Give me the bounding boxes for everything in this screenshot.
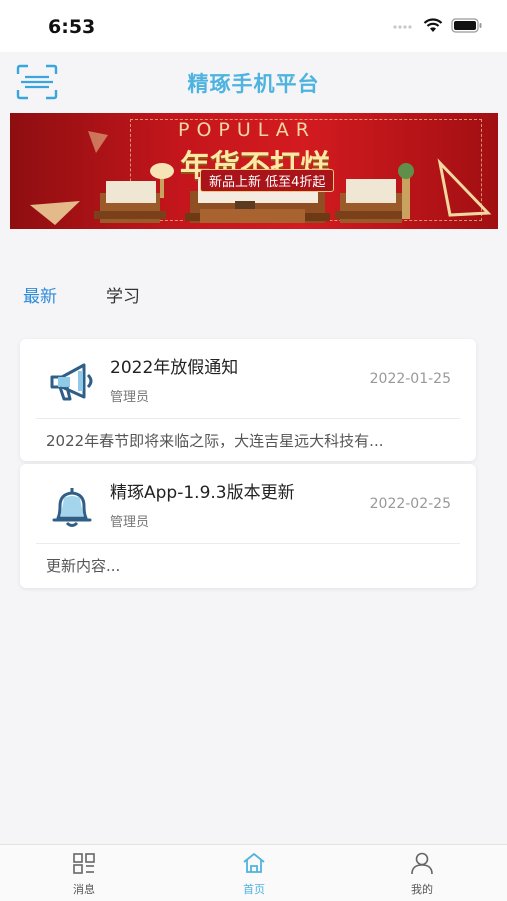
nav-item-mine[interactable]: 我的 [382, 851, 462, 897]
notice-author: 管理员 [110, 515, 150, 530]
status-bar: 6:53 [0, 0, 507, 52]
nav-item-home[interactable]: 首页 [214, 851, 294, 897]
nav-label: 首页 [243, 883, 265, 896]
wifi-icon [423, 18, 443, 32]
notice-summary: 2022年春节即将来临之际，大连吉星远大科技有... [46, 432, 384, 450]
battery-icon [451, 18, 482, 33]
bottom-nav: 消息 首页 我的 [0, 844, 507, 901]
bell-icon [52, 488, 92, 527]
status-icons [393, 18, 483, 33]
tab-study[interactable]: 学习 [106, 282, 140, 307]
status-time: 6:53 [48, 16, 96, 38]
home-icon [243, 853, 265, 873]
promo-banner[interactable]: POPULAR 年货不打烊 新品上新 低至4折起 [10, 113, 498, 229]
app-header: 精琢手机平台 [0, 52, 507, 110]
user-icon [411, 852, 433, 875]
notice-date: 2022-02-25 [369, 496, 451, 512]
banner-popular-text: POPULAR [178, 119, 316, 141]
notice-title: 精琢App-1.9.3版本更新 [110, 483, 295, 503]
notice-date: 2022-01-25 [369, 371, 451, 387]
signal-icon [393, 24, 412, 29]
notice-title: 2022年放假通知 [110, 358, 239, 378]
card-divider [36, 543, 460, 544]
nav-label: 消息 [73, 883, 95, 896]
banner-subline: 新品上新 低至4折起 [200, 169, 335, 192]
notice-card[interactable]: 2022年放假通知 管理员 2022-01-25 2022年春节即将来临之际，大… [20, 339, 476, 461]
nav-item-messages[interactable]: 消息 [44, 851, 124, 897]
notice-summary: 更新内容... [46, 557, 121, 575]
nav-label: 我的 [411, 883, 433, 896]
app-title: 精琢手机平台 [187, 72, 320, 96]
megaphone-icon [50, 363, 93, 401]
notice-author: 管理员 [110, 390, 150, 405]
card-divider [36, 418, 460, 419]
notice-card[interactable]: 精琢App-1.9.3版本更新 管理员 2022-02-25 更新内容... [20, 464, 476, 588]
grid-icon [73, 853, 95, 874]
tab-latest[interactable]: 最新 [23, 282, 57, 307]
category-tabs: 最新 学习 [0, 282, 507, 314]
